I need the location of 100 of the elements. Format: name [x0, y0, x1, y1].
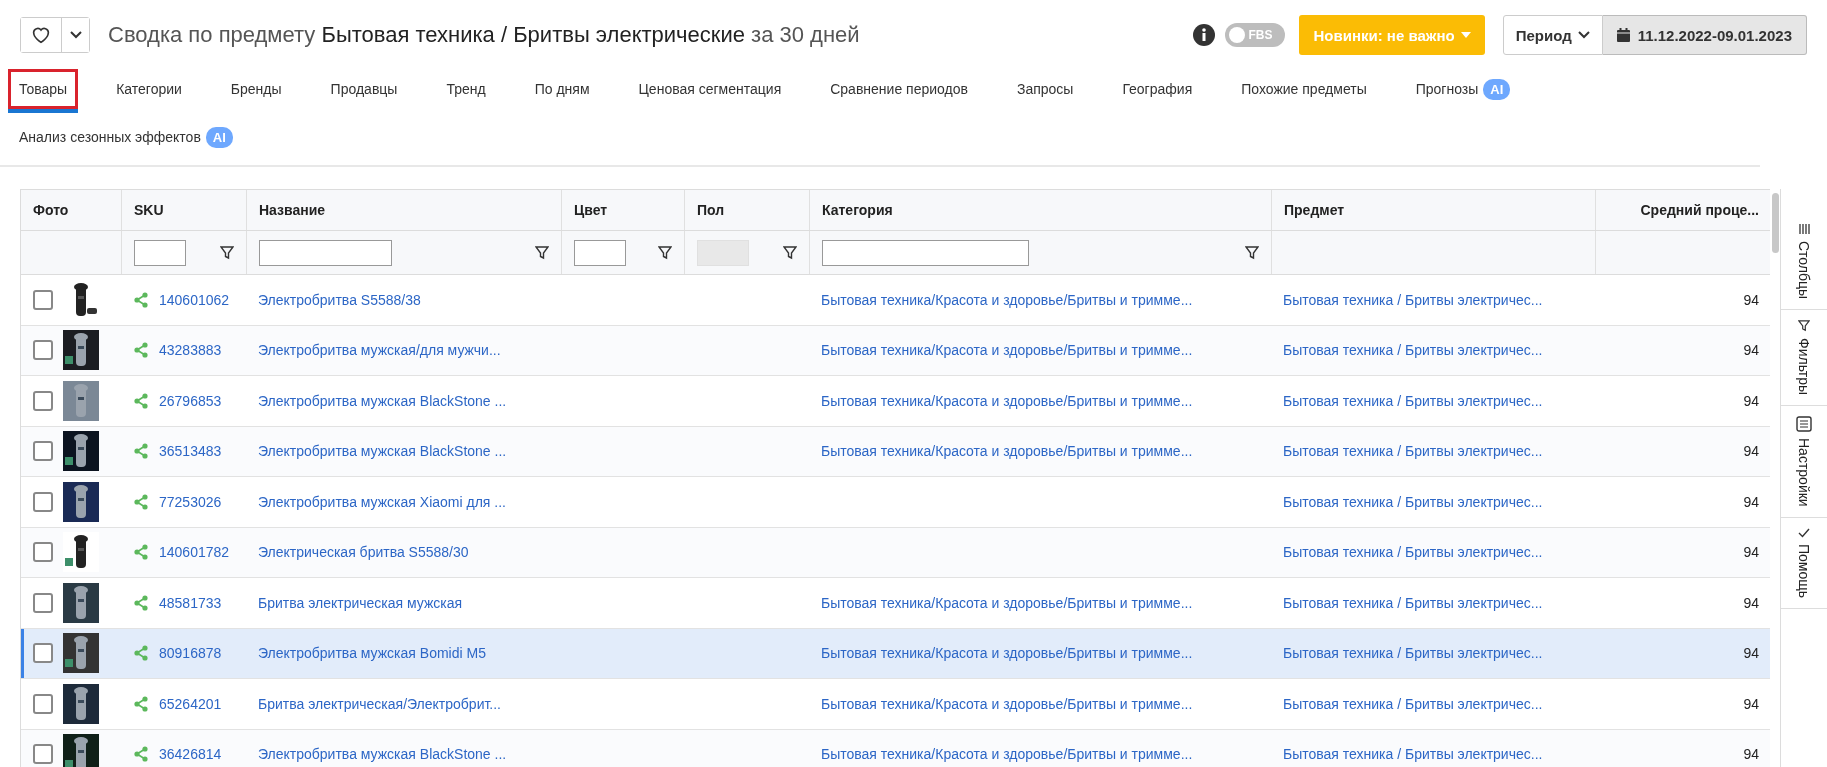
share-icon[interactable]: [133, 544, 149, 561]
share-icon[interactable]: [133, 443, 149, 460]
filter-icon[interactable]: [1245, 245, 1259, 260]
subject-link[interactable]: Бытовая техника / Бритвы электричес...: [1283, 291, 1543, 308]
product-name-link[interactable]: Электробритва S5588/38: [258, 291, 421, 308]
table-cell: 94: [1743, 594, 1759, 611]
row-checkbox[interactable]: [33, 340, 53, 361]
subject-link[interactable]: Бытовая техника / Бритвы электричес...: [1283, 443, 1543, 460]
filter-field[interactable]: [259, 239, 392, 266]
row-checkbox[interactable]: [33, 491, 53, 512]
filter-icon[interactable]: [783, 245, 797, 260]
sku-link[interactable]: 36426814: [159, 746, 222, 763]
share-icon[interactable]: [133, 493, 149, 510]
sku-link[interactable]: 65264201: [159, 695, 222, 712]
category-link[interactable]: Бытовая техника/Красота и здоровье/Бритвы и тримме...: [821, 594, 1193, 611]
share-icon[interactable]: [133, 594, 149, 611]
subject-link[interactable]: Бытовая техника / Бритвы электричес...: [1283, 746, 1543, 763]
sku-link[interactable]: 48581733: [159, 594, 222, 611]
sku-link[interactable]: 43283883: [159, 342, 222, 359]
table-row[interactable]: 43283883 Электробритва мужская/для мужчи... Бытовая техника/Красота и здоровье/Бритвы и тримме... Бытовая техника / Бритвы электричес... 94: [21, 325, 1771, 376]
filter-field[interactable]: [574, 239, 626, 266]
share-icon[interactable]: [133, 342, 149, 359]
category-link[interactable]: Бытовая техника/Красота и здоровье/Бритвы и тримме...: [821, 342, 1193, 359]
subject-link[interactable]: Бытовая техника / Бритвы электричес...: [1283, 645, 1543, 662]
sku-link[interactable]: 77253026: [159, 493, 222, 510]
product-name-link[interactable]: Электрическая бритва S5588/30: [258, 544, 469, 561]
subject-link[interactable]: Бытовая техника / Бритвы электричес...: [1283, 695, 1543, 712]
filter-field[interactable]: [822, 239, 1029, 266]
category-link[interactable]: Бытовая техника/Красота и здоровье/Бритвы и тримме...: [821, 443, 1193, 460]
tab[interactable]: Прогнозы AI: [1404, 69, 1522, 109]
subject-link[interactable]: Бытовая техника / Бритвы электричес...: [1283, 392, 1543, 409]
page-title: Сводка по предмету Бытовая техника / Бритвы электрические за 30 дней: [108, 22, 860, 48]
category-link[interactable]: Бытовая техника/Красота и здоровье/Бритвы и тримме...: [821, 392, 1193, 409]
column-header[interactable]: Предмет: [1271, 190, 1595, 230]
table-row[interactable]: 140601782 Электрическая бритва S5588/30 Бытовая техника / Бритвы электричес... 94: [21, 527, 1771, 578]
table-cell: 94: [1743, 443, 1759, 460]
filter-icon[interactable]: [658, 245, 672, 260]
table-cell: 94: [1743, 645, 1759, 662]
column-header[interactable]: Цвет: [561, 190, 684, 230]
row-checkbox[interactable]: [33, 693, 53, 714]
product-name-link[interactable]: Электробритва мужская Xiaomi для ...: [258, 493, 506, 510]
row-checkbox[interactable]: [33, 390, 53, 411]
tab[interactable]: Продавцы: [319, 69, 409, 109]
column-header[interactable]: SKU: [121, 190, 246, 230]
subject-link[interactable]: Бытовая техника / Бритвы электричес...: [1283, 342, 1543, 359]
row-checkbox[interactable]: [33, 744, 53, 765]
table-cell: 94: [1743, 695, 1759, 712]
product-name-link[interactable]: Электробритва мужская/для мужчи...: [258, 342, 501, 359]
sku-link[interactable]: 80916878: [159, 645, 222, 662]
sku-link[interactable]: 36513483: [159, 443, 222, 460]
column-header[interactable]: Категория: [809, 190, 1271, 230]
subject-link[interactable]: Бытовая техника / Бритвы электричес...: [1283, 544, 1543, 561]
tab[interactable]: Анализ сезонных эффектов AI: [8, 117, 244, 157]
row-checkbox[interactable]: [33, 542, 53, 563]
period-dropdown[interactable]: Период: [1502, 15, 1603, 55]
column-header[interactable]: Пол: [684, 190, 809, 230]
share-icon[interactable]: [133, 645, 149, 662]
share-icon[interactable]: [133, 746, 149, 763]
table-row[interactable]: 36513483 Электробритва мужская BlackStone ... Бытовая техника/Красота и здоровье/Бритвы и тримме... Бытовая техника / Бритвы электричес... 94: [21, 426, 1771, 477]
product-name-link[interactable]: Бритва электрическая мужская: [258, 594, 463, 611]
row-checkbox[interactable]: [33, 592, 53, 613]
column-header[interactable]: Фото: [21, 190, 121, 230]
subject-link[interactable]: Бытовая техника / Бритвы электричес...: [1283, 493, 1543, 510]
row-checkbox[interactable]: [33, 289, 53, 310]
product-name-link[interactable]: Бритва электрическая/Электробрит...: [258, 695, 501, 712]
tab[interactable]: По дням: [523, 69, 601, 109]
share-icon[interactable]: [133, 392, 149, 409]
row-checkbox[interactable]: [33, 643, 53, 664]
share-icon[interactable]: [133, 695, 149, 712]
tab[interactable]: Похожие предметы: [1230, 69, 1378, 109]
category-link[interactable]: Бытовая техника/Красота и здоровье/Бритвы и тримме...: [821, 695, 1193, 712]
filter-icon[interactable]: [220, 245, 234, 260]
tab[interactable]: Бренды: [219, 69, 293, 109]
share-icon[interactable]: [133, 291, 149, 308]
product-name-link[interactable]: Электробритва мужская BlackStone ...: [258, 443, 507, 460]
filter-icon[interactable]: [535, 245, 549, 260]
category-link[interactable]: Бытовая техника/Красота и здоровье/Бритвы и тримме...: [821, 746, 1193, 763]
subject-link[interactable]: Бытовая техника / Бритвы электричес...: [1283, 594, 1543, 611]
product-name-link[interactable]: Электробритва мужская Bomidi M5: [258, 645, 486, 662]
category-link[interactable]: Бытовая техника/Красота и здоровье/Бритвы и тримме...: [821, 645, 1193, 662]
tab[interactable]: Категории: [105, 69, 193, 109]
info-icon[interactable]: [1193, 24, 1216, 46]
sku-link[interactable]: 140601782: [159, 544, 230, 561]
tab[interactable]: Сравнение периодов: [819, 69, 979, 109]
sku-link[interactable]: 140601062: [159, 291, 230, 308]
table-row[interactable]: 36426814 Электробритва мужская BlackStone ... Бытовая техника/Красота и здоровье/Бритвы и тримме... Бытовая техника / Бритвы электричес... 94: [21, 729, 1771, 767]
column-header[interactable]: Название: [246, 190, 561, 230]
product-name-link[interactable]: Электробритва мужская BlackStone ...: [258, 392, 507, 409]
list-icon: [1796, 416, 1813, 433]
category-link[interactable]: Бытовая техника/Красота и здоровье/Бритвы и тримме...: [821, 291, 1193, 308]
sku-link[interactable]: 26796853: [159, 392, 222, 409]
tab[interactable]: Тренд: [435, 69, 497, 109]
date-range-button[interactable]: 11.12.2022-09.01.2023: [1602, 15, 1807, 55]
dropdown-button[interactable]: [61, 18, 89, 52]
filter-field[interactable]: [134, 239, 186, 266]
tab[interactable]: География: [1111, 69, 1204, 109]
row-checkbox[interactable]: [33, 441, 53, 462]
tab[interactable]: Ценовая сегментация: [627, 69, 793, 109]
tab[interactable]: Запросы: [1005, 69, 1085, 109]
product-name-link[interactable]: Электробритва мужская BlackStone ...: [258, 746, 507, 763]
